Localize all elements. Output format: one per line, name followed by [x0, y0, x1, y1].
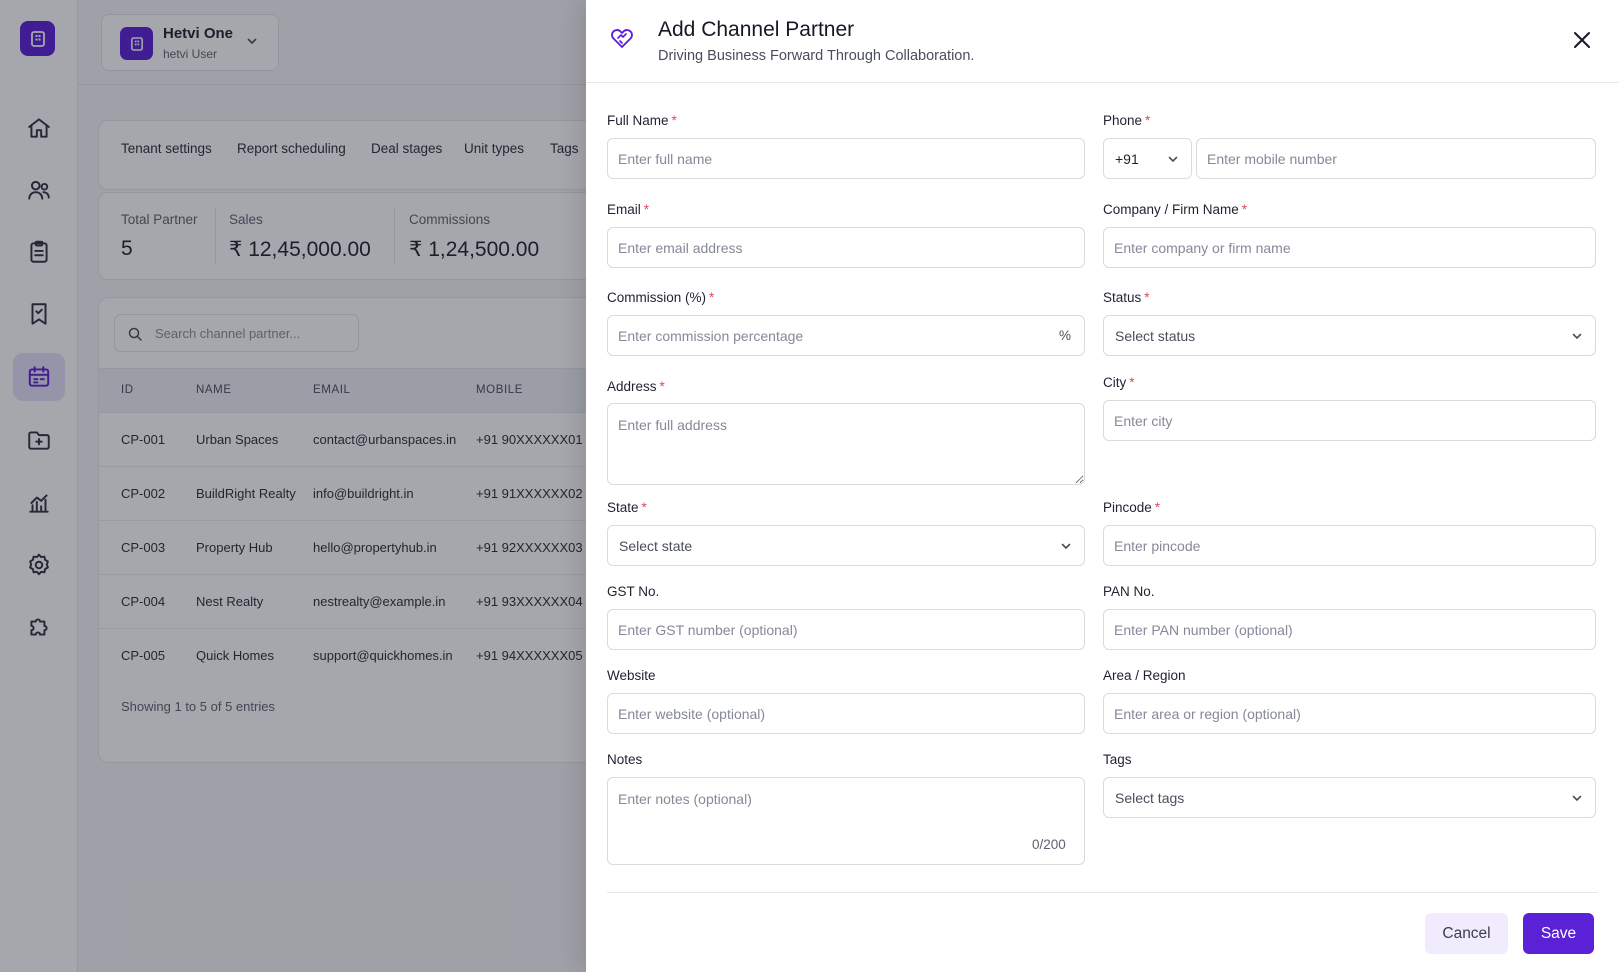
website-input[interactable] [607, 693, 1085, 734]
save-button[interactable]: Save [1523, 913, 1594, 954]
email-input[interactable] [607, 227, 1085, 268]
area-label: Area / Region [1103, 668, 1186, 683]
country-code-value: +91 [1115, 151, 1139, 167]
pan-input[interactable] [1103, 609, 1596, 650]
gst-label: GST No. [607, 584, 660, 599]
chevron-down-icon [1168, 156, 1178, 163]
tags-label: Tags [1103, 752, 1132, 767]
notes-char-counter: 0/200 [1032, 837, 1066, 852]
state-select[interactable]: Select state [607, 525, 1085, 566]
address-label: Address * [607, 379, 665, 394]
drawer-title: Add Channel Partner [658, 18, 855, 41]
full-name-label: Full Name * [607, 113, 677, 128]
chevron-down-icon [1572, 333, 1582, 340]
city-label: City * [1103, 375, 1135, 390]
status-label: Status * [1103, 290, 1150, 305]
city-input[interactable] [1103, 400, 1596, 441]
tags-select[interactable]: Select tags [1103, 777, 1596, 818]
notes-textarea[interactable] [607, 777, 1085, 865]
area-input[interactable] [1103, 693, 1596, 734]
state-placeholder: Select state [619, 538, 693, 554]
state-label: State * [607, 500, 647, 515]
handshake-heart-icon [611, 29, 633, 48]
country-code-select[interactable]: +91 [1103, 138, 1192, 179]
drawer-subtitle: Driving Business Forward Through Collabo… [658, 48, 975, 64]
chevron-down-icon [1061, 543, 1071, 550]
footer-divider [607, 892, 1598, 893]
full-name-input[interactable] [607, 138, 1085, 179]
pincode-input[interactable] [1103, 525, 1596, 566]
cancel-button[interactable]: Cancel [1425, 913, 1508, 954]
notes-label: Notes [607, 752, 643, 767]
commission-input[interactable] [607, 315, 1085, 356]
gst-input[interactable] [607, 609, 1085, 650]
tags-placeholder: Select tags [1115, 790, 1185, 806]
company-input[interactable] [1103, 227, 1596, 268]
add-channel-partner-drawer: Add Channel Partner Driving Business For… [586, 0, 1619, 972]
mobile-number-input[interactable] [1196, 138, 1596, 179]
status-select[interactable]: Select status [1103, 315, 1596, 356]
chevron-down-icon [1572, 795, 1582, 802]
address-textarea[interactable] [607, 403, 1085, 485]
percent-suffix: % [1059, 328, 1072, 343]
pan-label: PAN No. [1103, 584, 1155, 599]
close-icon [1574, 32, 1590, 48]
close-button[interactable] [1568, 26, 1596, 54]
phone-label: Phone * [1103, 113, 1151, 128]
email-label: Email * [607, 202, 650, 217]
pincode-label: Pincode * [1103, 500, 1161, 515]
website-label: Website [607, 668, 656, 683]
company-label: Company / Firm Name * [1103, 202, 1248, 217]
drawer-header: Add Channel Partner Driving Business For… [586, 0, 1619, 83]
commission-label: Commission (%) * [607, 290, 715, 305]
status-placeholder: Select status [1115, 328, 1196, 344]
